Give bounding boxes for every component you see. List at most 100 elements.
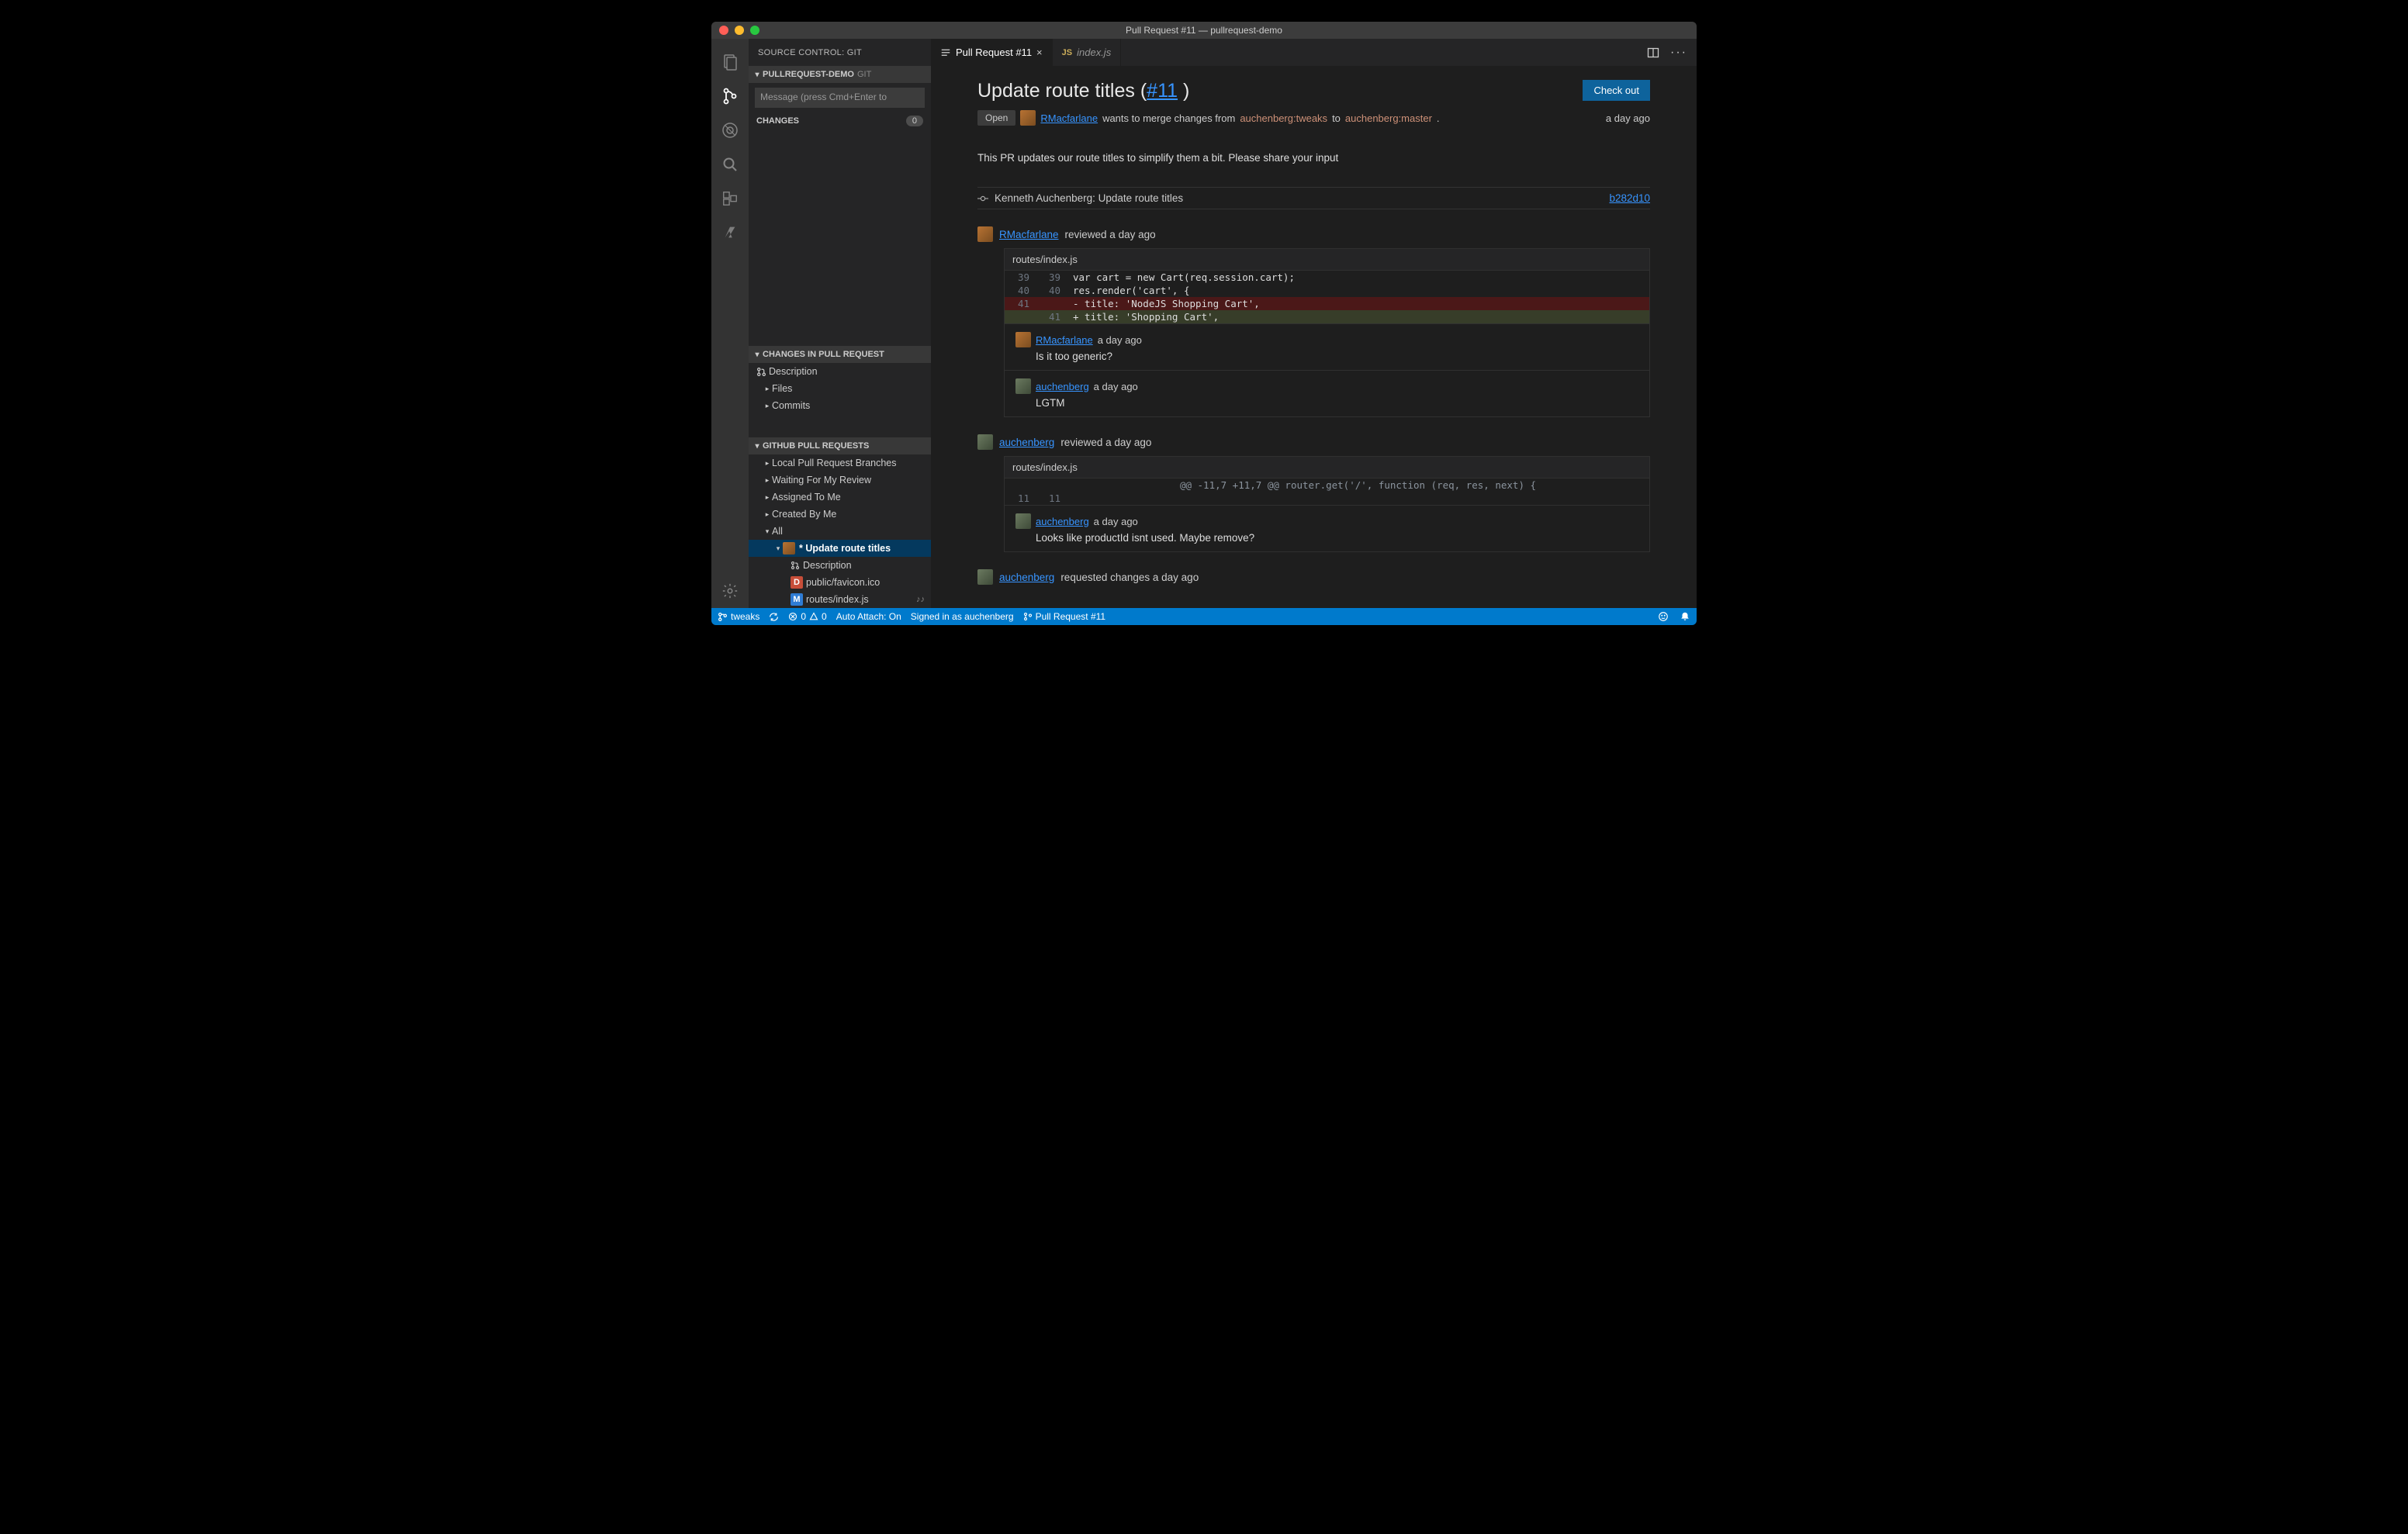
pr-title: Update route titles (#11 ) bbox=[977, 80, 1189, 102]
app-window: Pull Request #11 — pullrequest-demo bbox=[711, 22, 1697, 625]
list-icon bbox=[940, 47, 951, 58]
inline-comment: RMacfarlane a day ago Is it too generic? bbox=[1005, 323, 1649, 370]
comment-timestamp: a day ago bbox=[1094, 516, 1138, 527]
status-auto-attach[interactable]: Auto Attach: On bbox=[836, 611, 901, 622]
avatar-icon bbox=[1015, 332, 1031, 347]
search-activity-icon[interactable] bbox=[711, 147, 749, 181]
gh-assigned-item[interactable]: ▸ Assigned To Me bbox=[749, 489, 931, 506]
gh-local-branches-item[interactable]: ▸ Local Pull Request Branches bbox=[749, 454, 931, 472]
inline-comment: auchenberg a day ago LGTM bbox=[1005, 370, 1649, 416]
diff-hunk-header: @@ -11,7 +11,7 @@ router.get('/', functi… bbox=[1005, 479, 1649, 492]
diff-line-added: 41+ title: 'Shopping Cart', bbox=[1005, 310, 1649, 323]
review-author-link[interactable]: RMacfarlane bbox=[999, 229, 1059, 240]
gh-waiting-review-item[interactable]: ▸ Waiting For My Review bbox=[749, 472, 931, 489]
commit-message-input[interactable]: Message (press Cmd+Enter to bbox=[755, 88, 925, 108]
source-control-activity-icon[interactable] bbox=[711, 79, 749, 113]
review-card: routes/index.js 3939var cart = new Cart(… bbox=[1004, 248, 1650, 417]
activity-bar bbox=[711, 39, 749, 608]
gh-pr-file-favicon[interactable]: D public/favicon.ico bbox=[749, 574, 931, 591]
avatar-icon bbox=[1020, 110, 1036, 126]
comment-timestamp: a day ago bbox=[1098, 334, 1142, 346]
avatar-icon bbox=[783, 542, 795, 555]
pr-description: This PR updates our route titles to simp… bbox=[977, 152, 1650, 164]
status-bar: tweaks 0 0 Auto Attach: On Signed in as … bbox=[711, 608, 1697, 625]
comment-body: Looks like productId isnt used. Maybe re… bbox=[1036, 532, 1638, 544]
azure-activity-icon[interactable] bbox=[711, 216, 749, 250]
chevron-right-icon: ▸ bbox=[763, 476, 772, 485]
close-tab-icon[interactable]: × bbox=[1036, 47, 1043, 58]
tab-pull-request[interactable]: Pull Request #11 × bbox=[931, 39, 1053, 66]
comment-body: Is it too generic? bbox=[1036, 351, 1638, 362]
gh-all-item[interactable]: ▾ All bbox=[749, 523, 931, 540]
diff-table: @@ -11,7 +11,7 @@ router.get('/', functi… bbox=[1005, 479, 1649, 505]
editor-area: Pull Request #11 × JS index.js ··· bbox=[931, 39, 1697, 608]
chevron-right-icon: ▸ bbox=[763, 402, 772, 410]
avatar-icon bbox=[1015, 378, 1031, 394]
status-sync-icon[interactable] bbox=[769, 612, 779, 622]
avatar-icon bbox=[977, 569, 993, 585]
commit-sha-link[interactable]: b282d10 bbox=[1609, 192, 1650, 204]
gh-created-item[interactable]: ▸ Created By Me bbox=[749, 506, 931, 523]
review-action: reviewed a day ago bbox=[1060, 437, 1151, 448]
sidebar: SOURCE CONTROL: GIT ▾ PULLREQUEST-DEMO G… bbox=[749, 39, 931, 608]
comment-author-link[interactable]: RMacfarlane bbox=[1036, 334, 1093, 346]
pr-files-item[interactable]: ▸ Files bbox=[749, 380, 931, 397]
comment-timestamp: a day ago bbox=[1094, 381, 1138, 392]
from-branch: auchenberg:tweaks bbox=[1240, 112, 1327, 124]
settings-gear-icon[interactable] bbox=[711, 574, 749, 608]
review-block: RMacfarlane reviewed a day ago routes/in… bbox=[977, 226, 1650, 417]
gh-pr-selected-item[interactable]: ▾ * Update route titles bbox=[749, 540, 931, 557]
tab-bar: Pull Request #11 × JS index.js ··· bbox=[931, 39, 1697, 66]
feedback-smiley-icon[interactable] bbox=[1658, 611, 1669, 622]
status-problems[interactable]: 0 0 bbox=[788, 611, 826, 622]
chevron-down-icon: ▾ bbox=[773, 544, 783, 553]
pr-number-link[interactable]: #11 bbox=[1147, 80, 1178, 102]
diff-line: 4040res.render('cart', { bbox=[1005, 284, 1649, 297]
comment-author-link[interactable]: auchenberg bbox=[1036, 381, 1089, 392]
avatar-icon bbox=[1015, 513, 1031, 529]
pull-request-icon bbox=[756, 367, 767, 377]
diff-file-path: routes/index.js bbox=[1005, 457, 1649, 479]
pr-content: Update route titles (#11 ) Check out Ope… bbox=[931, 66, 1697, 608]
extensions-activity-icon[interactable] bbox=[711, 181, 749, 216]
status-signed-in[interactable]: Signed in as auchenberg bbox=[911, 611, 1014, 622]
review-action: reviewed a day ago bbox=[1065, 229, 1156, 240]
review-block: auchenberg requested changes a day ago bbox=[977, 569, 1650, 585]
changes-count-badge: 0 bbox=[906, 116, 923, 126]
repo-panel-header[interactable]: ▾ PULLREQUEST-DEMO GIT bbox=[749, 66, 931, 83]
status-pull-request[interactable]: Pull Request #11 bbox=[1023, 611, 1106, 622]
to-branch: auchenberg:master bbox=[1345, 112, 1432, 124]
explorer-activity-icon[interactable] bbox=[711, 45, 749, 79]
window-title: Pull Request #11 — pullrequest-demo bbox=[711, 25, 1697, 36]
pr-commits-item[interactable]: ▸ Commits bbox=[749, 397, 931, 414]
changes-in-pr-header[interactable]: ▾ CHANGES IN PULL REQUEST bbox=[749, 346, 931, 363]
debug-activity-icon[interactable] bbox=[711, 113, 749, 147]
comment-author-link[interactable]: auchenberg bbox=[1036, 516, 1089, 527]
diff-line-deleted: 41- title: 'NodeJS Shopping Cart', bbox=[1005, 297, 1649, 310]
repo-sub: GIT bbox=[857, 70, 871, 79]
gh-pr-description-item[interactable]: Description bbox=[749, 557, 931, 574]
chevron-down-icon: ▾ bbox=[763, 527, 772, 536]
commit-icon bbox=[977, 193, 988, 204]
sidebar-title: SOURCE CONTROL: GIT bbox=[749, 39, 931, 66]
pr-author-link[interactable]: RMacfarlane bbox=[1040, 112, 1098, 124]
more-actions-icon[interactable]: ··· bbox=[1670, 46, 1687, 60]
review-author-link[interactable]: auchenberg bbox=[999, 437, 1054, 448]
changes-header[interactable]: CHANGES 0 bbox=[749, 112, 931, 130]
commit-row: Kenneth Auchenberg: Update route titles … bbox=[977, 187, 1650, 209]
status-branch[interactable]: tweaks bbox=[718, 611, 759, 622]
modified-file-icon: M bbox=[791, 593, 803, 606]
pr-state-badge: Open bbox=[977, 110, 1015, 126]
inline-comment: auchenberg a day ago Looks like productI… bbox=[1005, 505, 1649, 551]
review-author-link[interactable]: auchenberg bbox=[999, 572, 1054, 583]
tab-index-js[interactable]: JS index.js bbox=[1053, 39, 1122, 66]
checkout-button[interactable]: Check out bbox=[1583, 80, 1650, 101]
github-pr-header[interactable]: ▾ GITHUB PULL REQUESTS bbox=[749, 437, 931, 454]
pr-description-item[interactable]: Description bbox=[749, 363, 931, 380]
diff-table: 3939var cart = new Cart(req.session.cart… bbox=[1005, 271, 1649, 323]
repo-name: PULLREQUEST-DEMO bbox=[763, 70, 854, 79]
deleted-file-icon: D bbox=[791, 576, 803, 589]
split-editor-icon[interactable] bbox=[1647, 47, 1659, 59]
gh-pr-file-index[interactable]: M routes/index.js ♪♪ bbox=[749, 591, 931, 608]
notifications-bell-icon[interactable] bbox=[1680, 611, 1690, 622]
